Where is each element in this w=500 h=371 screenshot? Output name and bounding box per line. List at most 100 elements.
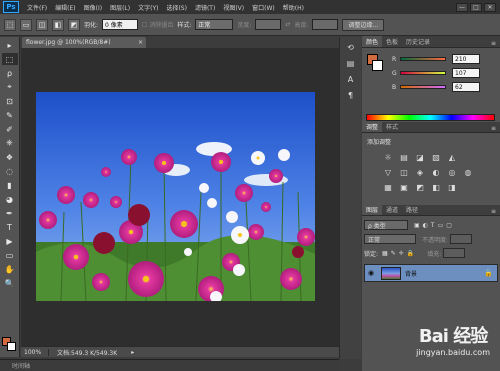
- menu-edit[interactable]: 编辑(E): [51, 3, 79, 12]
- eyedropper-tool-icon[interactable]: ✎: [2, 109, 18, 121]
- eye-icon[interactable]: ◉: [365, 269, 377, 277]
- blue-value-input[interactable]: 62: [452, 82, 480, 92]
- exposure-icon[interactable]: ▧: [430, 151, 442, 163]
- status-menu-arrow-icon[interactable]: ▸: [131, 349, 134, 356]
- slider-blue[interactable]: B 62: [392, 82, 496, 92]
- paragraph-panel-icon[interactable]: ¶: [344, 89, 358, 101]
- tab-swatches[interactable]: 色板: [382, 36, 402, 47]
- gradient-tool-icon[interactable]: ◕: [2, 193, 18, 205]
- tab-paths[interactable]: 路径: [402, 204, 422, 215]
- crop-tool-icon[interactable]: ⊡: [2, 95, 18, 107]
- height-input[interactable]: [312, 19, 339, 30]
- slider-red[interactable]: R 210: [392, 54, 496, 64]
- posterize-icon[interactable]: ▣: [398, 181, 410, 193]
- selective-color-icon[interactable]: ◨: [446, 181, 458, 193]
- lock-icons[interactable]: ▦✎✛🔒: [382, 250, 417, 257]
- photo-filter-icon[interactable]: ◐: [430, 166, 442, 178]
- green-value-input[interactable]: 107: [452, 68, 480, 78]
- tab-adjustments[interactable]: 调整: [362, 121, 383, 132]
- background-color-swatch[interactable]: [7, 342, 16, 351]
- history-panel-icon[interactable]: ⟲: [344, 41, 358, 53]
- antialias-checkbox[interactable]: ☐ 消除锯齿: [142, 20, 173, 29]
- close-button[interactable]: ✕: [484, 2, 496, 12]
- opacity-input[interactable]: [450, 234, 473, 244]
- brush-tool-icon[interactable]: ⎈: [2, 137, 18, 149]
- red-track[interactable]: [400, 57, 446, 61]
- marquee-tool-icon[interactable]: ⬚: [1, 53, 18, 65]
- gradient-map-icon[interactable]: ◧: [430, 181, 442, 193]
- menu-layer[interactable]: 图层(L): [106, 3, 134, 12]
- zoom-level[interactable]: 100%: [21, 348, 49, 356]
- feather-input[interactable]: 0 像素: [102, 19, 139, 30]
- curves-icon[interactable]: ◪: [414, 151, 426, 163]
- hand-tool-icon[interactable]: ✋: [2, 263, 18, 275]
- add-selection-icon[interactable]: ◫: [36, 18, 48, 31]
- maximize-button[interactable]: □: [470, 2, 482, 12]
- menu-select[interactable]: 选择(S): [162, 3, 191, 12]
- tab-channels[interactable]: 通道: [382, 204, 402, 215]
- zoom-tool-icon[interactable]: 🔍: [2, 277, 18, 289]
- invert-icon[interactable]: ▦: [382, 181, 394, 193]
- document-tab[interactable]: flower.jpg @ 100%(RGB/8#) ×: [22, 37, 146, 48]
- history-brush-tool-icon[interactable]: ◌: [2, 165, 18, 177]
- tab-layers[interactable]: 图层: [362, 204, 383, 215]
- menu-image[interactable]: 图像(I): [80, 3, 106, 12]
- eraser-tool-icon[interactable]: ▮: [2, 179, 18, 191]
- color-spectrum[interactable]: [366, 114, 495, 121]
- channel-mixer-icon[interactable]: ◎: [446, 166, 458, 178]
- black-white-icon[interactable]: ◈: [414, 166, 426, 178]
- layer-filter-select[interactable]: ρ 类型: [364, 220, 408, 230]
- tab-styles[interactable]: 样式: [382, 121, 402, 132]
- lasso-tool-icon[interactable]: ρ: [2, 67, 18, 79]
- flower-photo[interactable]: [36, 92, 315, 301]
- quick-select-tool-icon[interactable]: ⌖: [2, 81, 18, 93]
- fill-input[interactable]: [443, 248, 466, 258]
- tab-color[interactable]: 颜色: [362, 36, 383, 47]
- shape-tool-icon[interactable]: ▭: [2, 249, 18, 261]
- filter-icons[interactable]: ▣◐T▭▢: [414, 222, 455, 229]
- properties-panel-icon[interactable]: ▤: [344, 57, 358, 69]
- path-select-tool-icon[interactable]: ▶: [2, 235, 18, 247]
- layer-background[interactable]: ◉ 背景 🔒: [364, 264, 498, 282]
- refine-edge-button[interactable]: 调整边缘...: [342, 18, 385, 31]
- intersect-selection-icon[interactable]: ◩: [68, 18, 80, 31]
- close-icon[interactable]: ×: [138, 39, 143, 46]
- green-track[interactable]: [400, 71, 446, 75]
- panel-menu-icon[interactable]: ≡: [491, 125, 500, 132]
- healing-brush-tool-icon[interactable]: ✐: [2, 123, 18, 135]
- vibrance-icon[interactable]: ◭: [446, 151, 458, 163]
- menu-file[interactable]: 文件(F): [23, 3, 51, 12]
- width-input[interactable]: [255, 19, 282, 30]
- pen-tool-icon[interactable]: ✒: [2, 207, 18, 219]
- color-lookup-icon[interactable]: ◍: [462, 166, 474, 178]
- slider-green[interactable]: G 107: [392, 68, 496, 78]
- style-select[interactable]: 正常: [195, 19, 234, 30]
- menu-filter[interactable]: 滤镜(T): [191, 3, 219, 12]
- new-selection-icon[interactable]: ▭: [20, 18, 32, 31]
- minimize-button[interactable]: —: [456, 2, 468, 12]
- hue-saturation-icon[interactable]: ▽: [382, 166, 394, 178]
- tab-history[interactable]: 历史记录: [402, 36, 434, 47]
- menu-window[interactable]: 窗口(W): [248, 3, 279, 12]
- menu-help[interactable]: 帮助(H): [279, 3, 308, 12]
- timeline-bar[interactable]: 时间轴: [0, 359, 339, 371]
- blue-track[interactable]: [400, 85, 446, 89]
- type-tool-icon[interactable]: T: [2, 221, 18, 233]
- blend-mode-select[interactable]: 正常: [364, 234, 416, 244]
- brightness-contrast-icon[interactable]: ☼: [382, 151, 394, 163]
- panel-menu-icon[interactable]: ≡: [491, 40, 500, 47]
- red-value-input[interactable]: 210: [452, 54, 480, 64]
- bg-color-chip[interactable]: [372, 60, 383, 71]
- color-balance-icon[interactable]: ◫: [398, 166, 410, 178]
- panel-menu-icon[interactable]: ≡: [491, 208, 500, 215]
- menu-view[interactable]: 视图(V): [219, 3, 248, 12]
- subtract-selection-icon[interactable]: ◧: [52, 18, 64, 31]
- character-panel-icon[interactable]: A: [344, 73, 358, 85]
- move-tool-icon[interactable]: ▸: [2, 39, 18, 51]
- levels-icon[interactable]: ▤: [398, 151, 410, 163]
- menu-type[interactable]: 文字(Y): [134, 3, 162, 12]
- threshold-icon[interactable]: ◩: [414, 181, 426, 193]
- clone-stamp-tool-icon[interactable]: ❖: [2, 151, 18, 163]
- swap-icon[interactable]: ⇄: [285, 21, 290, 28]
- marquee-tool-preset-icon[interactable]: ⬚: [4, 18, 16, 31]
